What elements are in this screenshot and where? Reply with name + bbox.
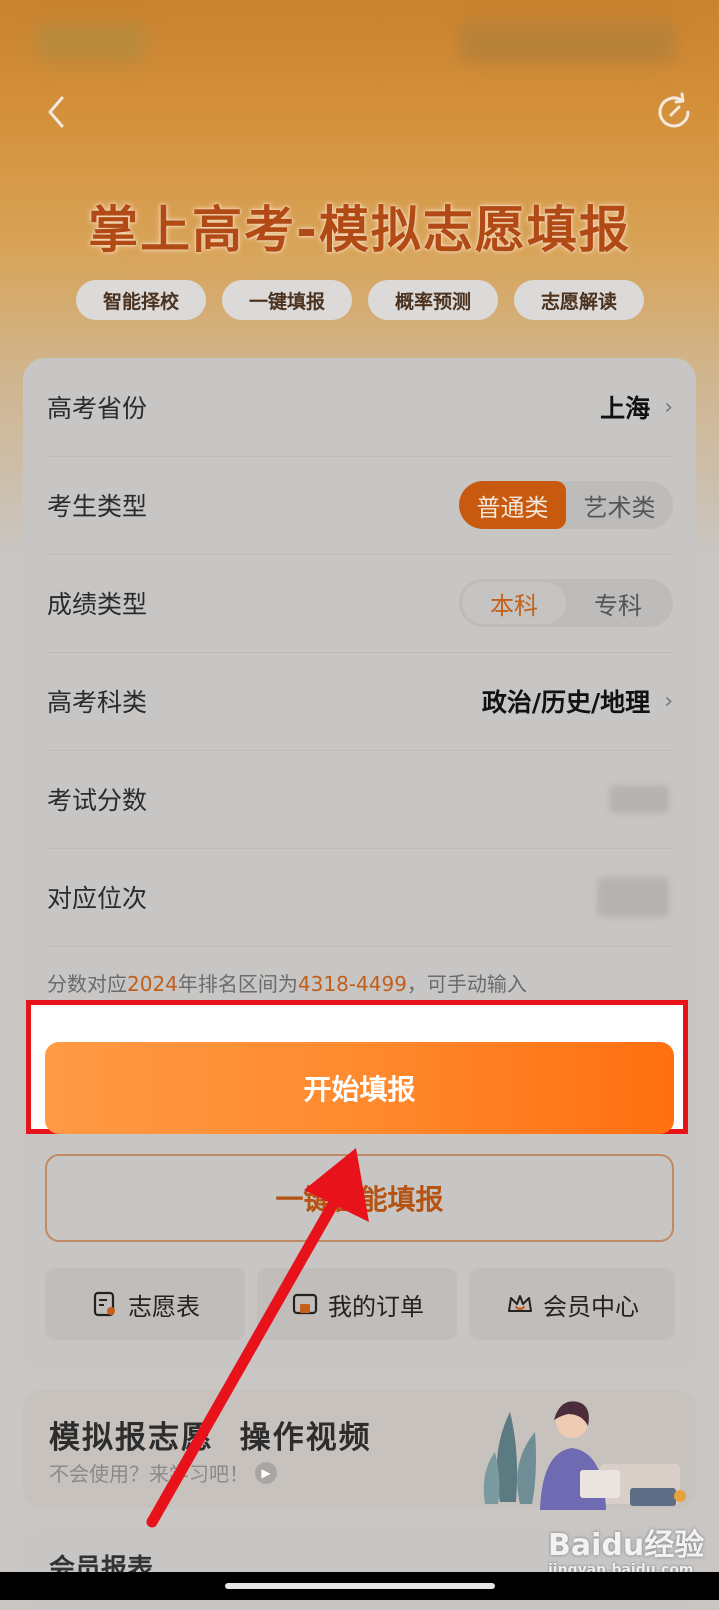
hint-prefix: 分数对应 <box>47 972 127 996</box>
crown-icon <box>508 1295 532 1312</box>
score-type-row: 成绩类型 本科 专科 <box>47 554 673 653</box>
hint-year: 2024 <box>127 972 178 996</box>
score-type-undergrad[interactable]: 本科 <box>462 582 566 624</box>
video-subtitle: 不会使用？来学习吧！ <box>49 1462 249 1486</box>
chevron-right-icon: › <box>664 688 673 714</box>
application-list-tile[interactable]: 志愿表 <box>45 1268 245 1340</box>
rank-hint: 分数对应2024年排名区间为4318-4499，可手动输入 <box>47 968 527 997</box>
play-icon: ▶ <box>255 1461 277 1484</box>
province-row[interactable]: 高考省份 上海 › <box>47 358 673 457</box>
document-icon <box>93 1291 115 1317</box>
watermark: Baidu经验 jingyan.baidu.com <box>548 1520 704 1578</box>
exam-score-input-blurred[interactable] <box>609 785 669 813</box>
student-type-toggle: 普通类 艺术类 <box>459 481 673 529</box>
chip-one-click[interactable]: 一键填报 <box>222 280 352 320</box>
feature-chips: 智能择校 一键填报 概率预测 志愿解读 <box>76 280 644 320</box>
status-bar-left-blurred <box>36 22 146 62</box>
hint-suffix: ，可手动输入 <box>406 972 527 996</box>
hint-middle: 年排名区间为 <box>177 972 298 996</box>
my-orders-label: 我的订单 <box>328 1292 424 1321</box>
home-indicator[interactable] <box>225 1583 495 1589</box>
subjects-label: 高考科类 <box>47 688 148 717</box>
application-list-label: 志愿表 <box>128 1292 200 1321</box>
rank-input-blurred[interactable] <box>597 877 669 917</box>
exam-score-row: 考试分数 <box>47 750 673 849</box>
member-center-tile[interactable]: 会员中心 <box>469 1268 675 1340</box>
province-text: 上海 <box>600 394 651 423</box>
exam-score-label: 考试分数 <box>47 786 148 815</box>
student-type-regular[interactable]: 普通类 <box>459 481 566 529</box>
student-illustration <box>483 1401 686 1510</box>
watermark-main: Baidu经验 <box>548 1528 705 1563</box>
video-title: 模拟报志愿 操作视频 <box>49 1420 372 1456</box>
chevron-right-icon: › <box>664 394 673 420</box>
order-icon <box>292 1293 318 1315</box>
member-center-label: 会员中心 <box>543 1292 639 1321</box>
province-value: 上海 › <box>600 389 673 425</box>
subjects-row[interactable]: 高考科类 政治/历史/地理 › <box>47 652 673 751</box>
rank-label: 对应位次 <box>47 884 148 913</box>
chip-interpretation[interactable]: 志愿解读 <box>514 280 644 320</box>
score-type-college[interactable]: 专科 <box>566 582 670 624</box>
page-title: 掌上高考-模拟志愿填报 <box>88 201 631 259</box>
chip-smart-select[interactable]: 智能择校 <box>76 280 206 320</box>
my-orders-tile[interactable]: 我的订单 <box>257 1268 457 1340</box>
chip-probability[interactable]: 概率预测 <box>368 280 498 320</box>
rank-row: 对应位次 <box>47 848 673 947</box>
student-type-art[interactable]: 艺术类 <box>566 481 673 529</box>
student-type-row: 考生类型 普通类 艺术类 <box>47 456 673 555</box>
quick-actions: 志愿表 我的订单 会员中心 <box>45 1268 675 1340</box>
province-label: 高考省份 <box>47 394 148 423</box>
hint-range: 4318-4499 <box>297 972 407 996</box>
subjects-text: 政治/历史/地理 <box>481 688 651 717</box>
back-arrow-icon[interactable] <box>38 92 78 132</box>
video-subtitle-row: 不会使用？来学习吧！ ▶ <box>49 1458 277 1487</box>
one-click-smart-button[interactable]: 一键智能填报 <box>45 1154 674 1242</box>
refresh-icon[interactable] <box>652 90 696 134</box>
subjects-value: 政治/历史/地理 › <box>482 683 673 719</box>
start-application-button[interactable]: 开始填报 <box>45 1042 674 1134</box>
score-type-label: 成绩类型 <box>47 590 148 619</box>
status-bar-right-blurred <box>460 22 675 62</box>
student-type-label: 考生类型 <box>47 492 148 521</box>
score-type-toggle: 本科 专科 <box>459 579 673 627</box>
